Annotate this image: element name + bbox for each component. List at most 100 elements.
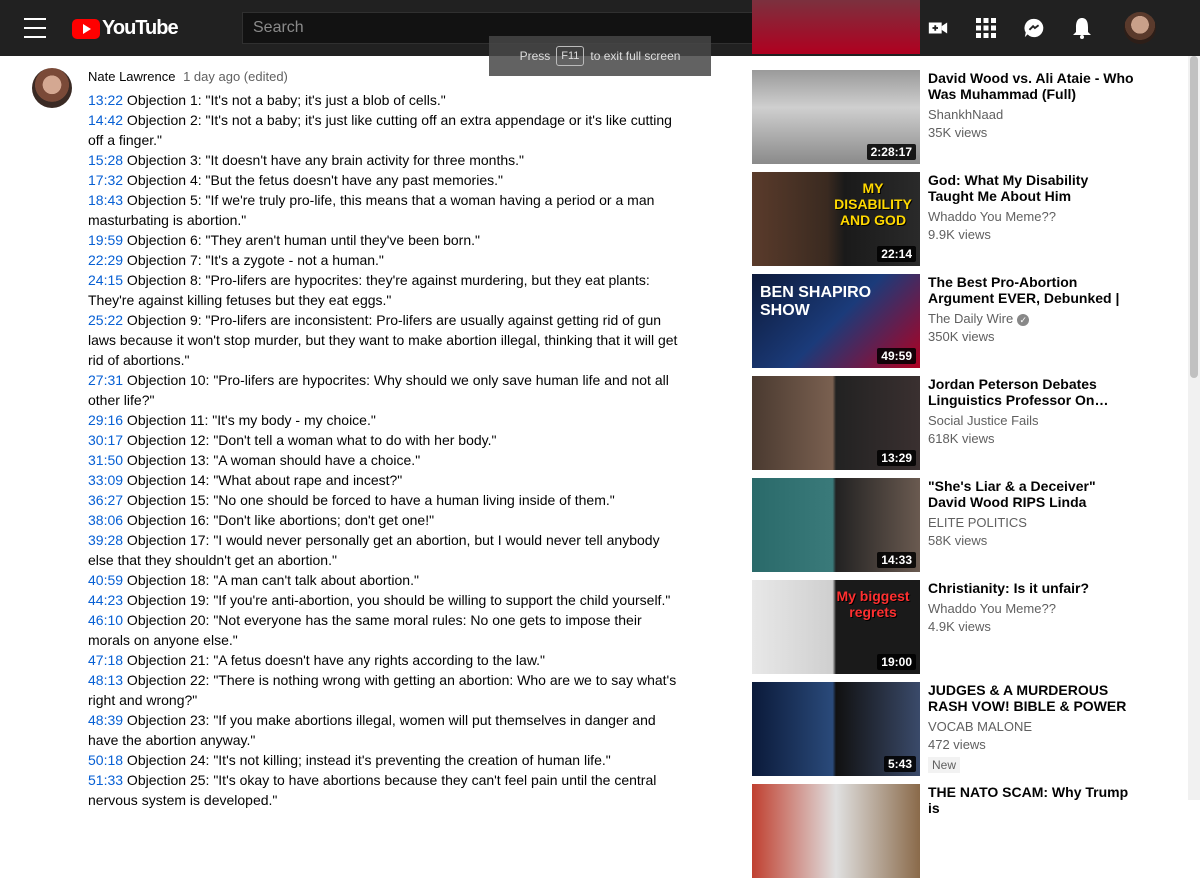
video-title[interactable]: God: What My Disability Taught Me About … bbox=[928, 172, 1134, 204]
timestamp-link[interactable]: 36:27 bbox=[88, 492, 123, 508]
objection-text: Objection 16: "Don't like abortions; don… bbox=[123, 512, 435, 528]
comment-line: 38:06 Objection 16: "Don't like abortion… bbox=[88, 510, 684, 530]
objection-text: Objection 8: "Pro-lifers are hypocrites:… bbox=[88, 272, 650, 308]
timestamp-link[interactable]: 33:09 bbox=[88, 472, 123, 488]
video-title[interactable]: "She's Liar & a Deceiver" David Wood RIP… bbox=[928, 478, 1134, 510]
timestamp-link[interactable]: 46:10 bbox=[88, 612, 123, 628]
comment-line: 13:22 Objection 1: "It's not a baby; it'… bbox=[88, 90, 684, 110]
timestamp-link[interactable]: 39:28 bbox=[88, 532, 123, 548]
menu-icon[interactable] bbox=[24, 18, 46, 38]
video-meta: "She's Liar & a Deceiver" David Wood RIP… bbox=[928, 478, 1134, 550]
channel-name[interactable]: ShankhNaad bbox=[928, 107, 1003, 122]
timestamp-link[interactable]: 31:50 bbox=[88, 452, 123, 468]
timestamp-link[interactable]: 48:39 bbox=[88, 712, 123, 728]
comment-line: 30:17 Objection 12: "Don't tell a woman … bbox=[88, 430, 684, 450]
timestamp-link[interactable]: 44:23 bbox=[88, 592, 123, 608]
objection-text: Objection 17: "I would never personally … bbox=[88, 532, 660, 568]
timestamp-link[interactable]: 27:31 bbox=[88, 372, 123, 388]
comment-line: 27:31 Objection 10: "Pro-lifers are hypo… bbox=[88, 370, 684, 410]
timestamp-link[interactable]: 51:33 bbox=[88, 772, 123, 788]
related-video-item[interactable]: My biggest regrets 19:00 Christianity: Is … bbox=[752, 580, 1172, 676]
youtube-logo[interactable]: YouTube bbox=[72, 17, 179, 40]
timestamp-link[interactable]: 40:59 bbox=[88, 572, 123, 588]
timestamp-link[interactable]: 29:16 bbox=[88, 412, 123, 428]
video-thumbnail[interactable]: 14:33 bbox=[752, 478, 920, 572]
timestamp-link[interactable]: 15:28 bbox=[88, 152, 123, 168]
objection-text: Objection 12: "Don't tell a woman what t… bbox=[123, 432, 497, 448]
comment-time[interactable]: 1 day ago (edited) bbox=[183, 69, 288, 84]
objection-text: Objection 19: "If you're anti-abortion, … bbox=[123, 592, 671, 608]
objection-text: Objection 25: "It's okay to have abortio… bbox=[88, 772, 657, 808]
comment-line: 17:32 Objection 4: "But the fetus doesn'… bbox=[88, 170, 684, 190]
video-thumbnail[interactable]: 2:28:17 bbox=[752, 70, 920, 164]
comment-line: 44:23 Objection 19: "If you're anti-abor… bbox=[88, 590, 684, 610]
timestamp-link[interactable]: 13:22 bbox=[88, 92, 123, 108]
related-video-item[interactable]: 2:28:17 David Wood vs. Ali Ataie - Who Wa… bbox=[752, 70, 1172, 166]
video-thumbnail[interactable] bbox=[752, 784, 920, 878]
timestamp-link[interactable]: 38:06 bbox=[88, 512, 123, 528]
video-title[interactable]: JUDGES & A MURDEROUS RASH VOW! BIBLE & P… bbox=[928, 682, 1134, 714]
related-videos: 2:28:17 David Wood vs. Ali Ataie - Who Wa… bbox=[752, 0, 1188, 878]
verified-check-icon: ✓ bbox=[1017, 313, 1030, 326]
video-title[interactable]: THE NATO SCAM: Why Trump is bbox=[928, 784, 1134, 816]
comment-line: 33:09 Objection 14: "What about rape and… bbox=[88, 470, 684, 490]
timestamp-link[interactable]: 17:32 bbox=[88, 172, 123, 188]
video-thumbnail[interactable]: 13:29 bbox=[752, 376, 920, 470]
related-video-item[interactable]: 14:33 "She's Liar & a Deceiver" David Woo… bbox=[752, 478, 1172, 574]
new-badge: New bbox=[928, 757, 961, 773]
video-thumbnail[interactable]: My biggest regrets 19:00 bbox=[752, 580, 920, 674]
objection-text: Objection 4: "But the fetus doesn't have… bbox=[123, 172, 503, 188]
comment-line: 36:27 Objection 15: "No one should be fo… bbox=[88, 490, 684, 510]
related-video-item[interactable]: THE NATO SCAM: Why Trump is bbox=[752, 784, 1172, 880]
video-title[interactable]: Christianity: Is it unfair? bbox=[928, 580, 1134, 596]
scrollbar[interactable] bbox=[1188, 56, 1200, 800]
timestamp-link[interactable]: 22:29 bbox=[88, 252, 123, 268]
video-title[interactable]: David Wood vs. Ali Ataie - Who Was Muham… bbox=[928, 70, 1134, 102]
timestamp-link[interactable]: 24:15 bbox=[88, 272, 123, 288]
timestamp-link[interactable]: 19:59 bbox=[88, 232, 123, 248]
timestamp-link[interactable]: 48:13 bbox=[88, 672, 123, 688]
thumbnail-text: MY DISABILITY AND GOD bbox=[834, 180, 912, 228]
timestamp-link[interactable]: 50:18 bbox=[88, 752, 123, 768]
comment-line: 25:22 Objection 9: "Pro-lifers are incon… bbox=[88, 310, 684, 370]
comment-avatar[interactable] bbox=[32, 68, 72, 108]
scrollbar-thumb[interactable] bbox=[1190, 56, 1198, 378]
video-thumbnail[interactable]: 5:43 bbox=[752, 682, 920, 776]
related-video-item[interactable]: MY DISABILITY AND GOD 22:14 God: What My D… bbox=[752, 172, 1172, 268]
channel-name[interactable]: Social Justice Fails bbox=[928, 413, 1039, 428]
channel-name[interactable]: The Daily Wire bbox=[928, 311, 1013, 326]
related-video-item[interactable]: 13:29 Jordan Peterson Debates Linguistics… bbox=[752, 376, 1172, 472]
timestamp-link[interactable]: 30:17 bbox=[88, 432, 123, 448]
video-title[interactable]: Jordan Peterson Debates Linguistics Prof… bbox=[928, 376, 1134, 408]
video-meta: The Best Pro-Abortion Argument EVER, Deb… bbox=[928, 274, 1134, 346]
video-meta: JUDGES & A MURDEROUS RASH VOW! BIBLE & P… bbox=[928, 682, 1134, 774]
video-thumbnail[interactable]: BEN SHAPIRO SHOW 49:59 bbox=[752, 274, 920, 368]
timestamp-link[interactable]: 25:22 bbox=[88, 312, 123, 328]
comment-line: 51:33 Objection 25: "It's okay to have a… bbox=[88, 770, 684, 810]
video-thumbnail[interactable] bbox=[752, 0, 920, 54]
channel-name[interactable]: Whaddo You Meme?? bbox=[928, 601, 1056, 616]
comment-author[interactable]: Nate Lawrence bbox=[88, 69, 175, 84]
objection-text: Objection 23: "If you make abortions ill… bbox=[88, 712, 656, 748]
channel-name[interactable]: ELITE POLITICS bbox=[928, 515, 1027, 530]
related-video-item[interactable]: BEN SHAPIRO SHOW 49:59 The Best Pro-Aborti… bbox=[752, 274, 1172, 370]
related-video-item[interactable]: 5:43 JUDGES & A MURDEROUS RASH VOW! BIBLE… bbox=[752, 682, 1172, 778]
video-title[interactable]: The Best Pro-Abortion Argument EVER, Deb… bbox=[928, 274, 1134, 306]
timestamp-link[interactable]: 18:43 bbox=[88, 192, 123, 208]
objection-text: Objection 1: "It's not a baby; it's just… bbox=[123, 92, 446, 108]
objection-text: Objection 9: "Pro-lifers are inconsisten… bbox=[88, 312, 678, 368]
channel-name[interactable]: VOCAB MALONE bbox=[928, 719, 1032, 734]
comment-text: 13:22 Objection 1: "It's not a baby; it'… bbox=[88, 90, 684, 810]
video-views: 472 views bbox=[928, 737, 986, 752]
channel-name[interactable]: Whaddo You Meme?? bbox=[928, 209, 1056, 224]
video-meta: Christianity: Is it unfair? Whaddo You Me… bbox=[928, 580, 1134, 636]
comment-line: 39:28 Objection 17: "I would never perso… bbox=[88, 530, 684, 570]
thumbnail-text: My biggest regrets bbox=[836, 588, 910, 620]
video-duration: 5:43 bbox=[883, 756, 916, 772]
timestamp-link[interactable]: 47:18 bbox=[88, 652, 123, 668]
channel-row: ShankhNaad bbox=[928, 106, 1134, 124]
video-thumbnail[interactable]: MY DISABILITY AND GOD 22:14 bbox=[752, 172, 920, 266]
timestamp-link[interactable]: 14:42 bbox=[88, 112, 123, 128]
objection-text: Objection 10: "Pro-lifers are hypocrites… bbox=[88, 372, 669, 408]
comment-line: 14:42 Objection 2: "It's not a baby; it'… bbox=[88, 110, 684, 150]
